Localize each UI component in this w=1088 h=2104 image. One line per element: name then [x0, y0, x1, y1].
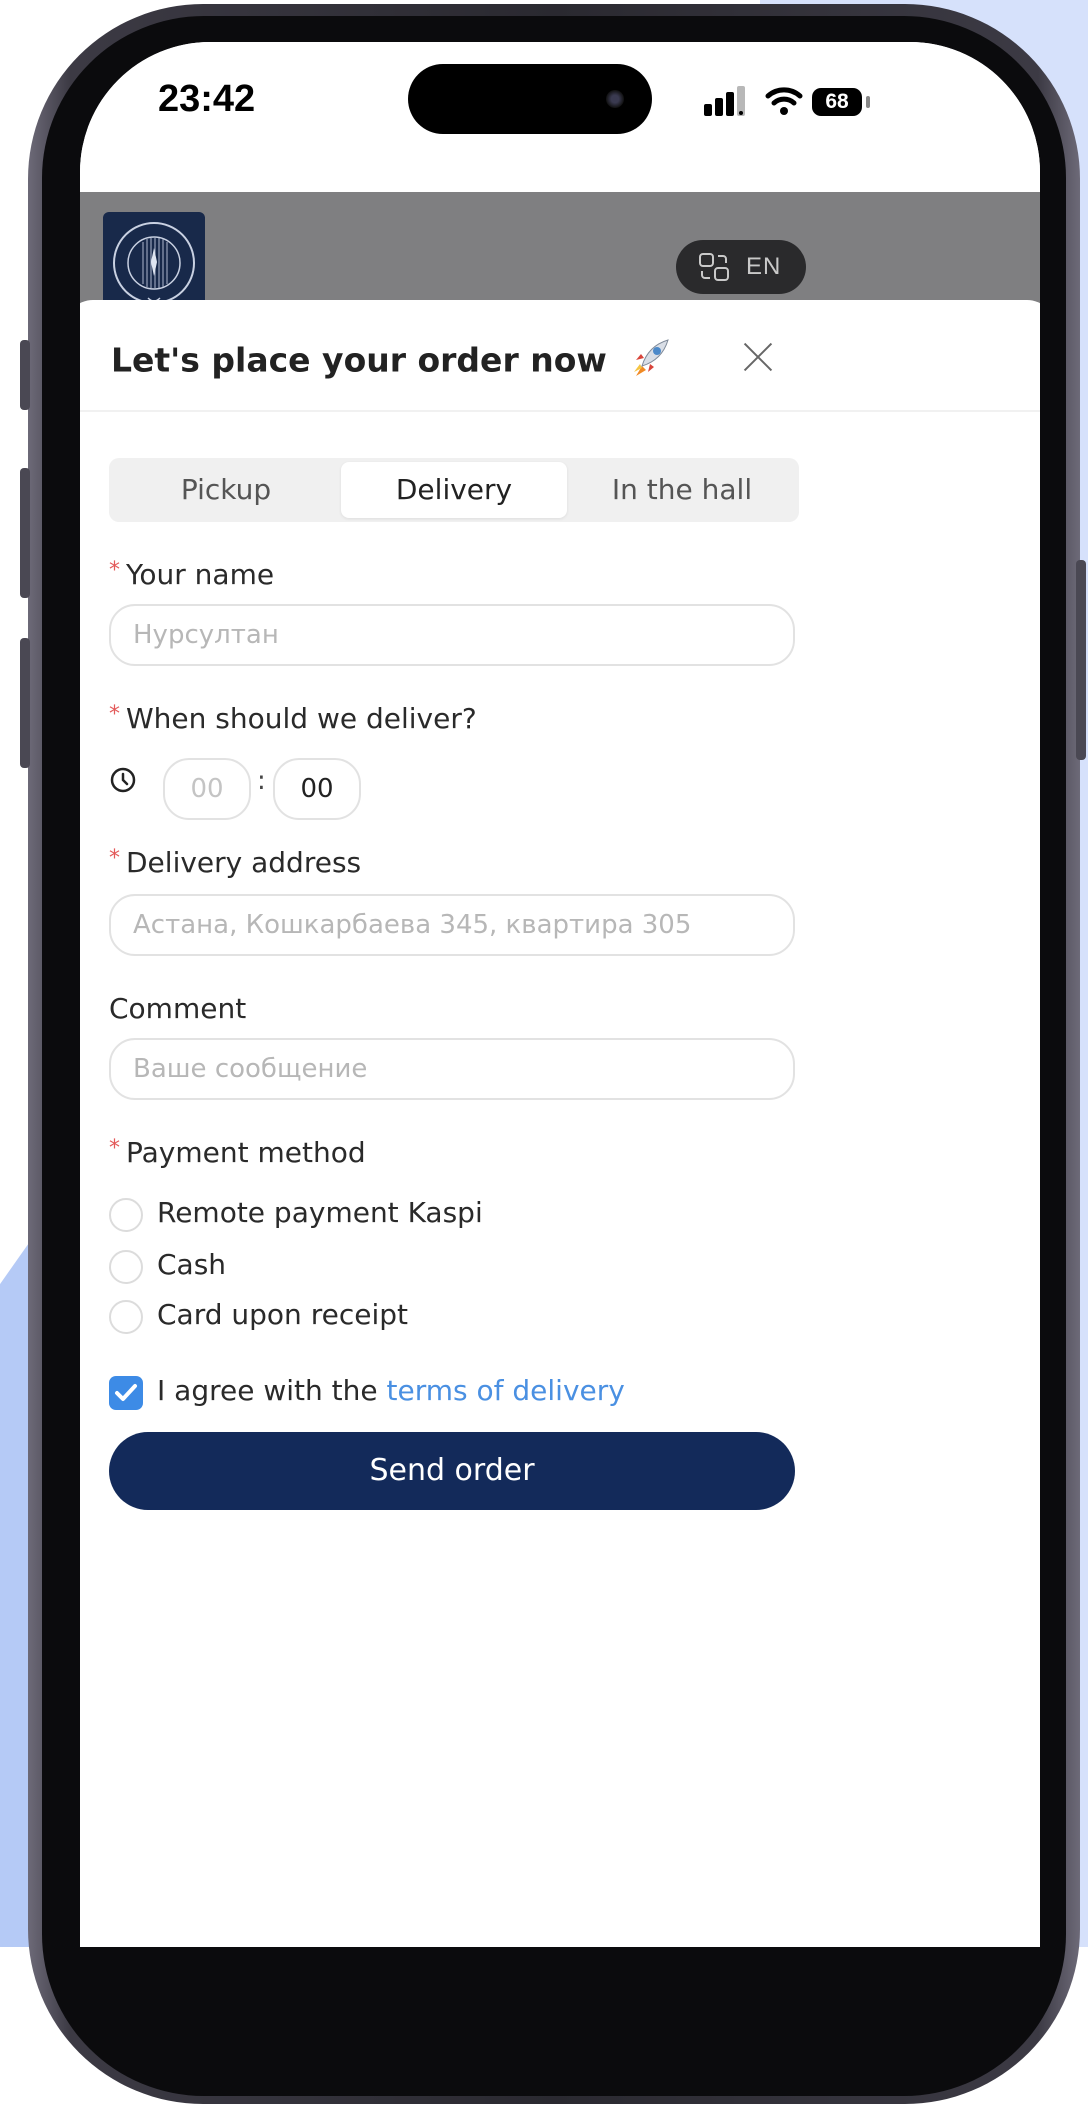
- language-label: EN: [746, 253, 782, 280]
- radio-button[interactable]: [109, 1198, 143, 1232]
- send-order-button[interactable]: Send order: [109, 1432, 795, 1510]
- battery-tip: [866, 96, 870, 108]
- language-switch-button[interactable]: EN: [676, 240, 806, 294]
- agree-text: I agree with the terms of delivery: [157, 1374, 625, 1407]
- required-marker: *: [109, 846, 120, 871]
- delivery-time-label: * When should we deliver?: [109, 702, 477, 735]
- radio-button[interactable]: [109, 1250, 143, 1284]
- comment-label: Comment: [109, 992, 247, 1025]
- payment-option-label: Card upon receipt: [157, 1298, 408, 1331]
- address-label: * Delivery address: [109, 846, 362, 879]
- battery-icon: 68: [812, 88, 862, 116]
- cellular-signal-icon: [704, 86, 745, 116]
- comment-input[interactable]: Ваше сообщение: [109, 1038, 795, 1100]
- tab-in-the-hall[interactable]: In the hall: [569, 462, 795, 518]
- dynamic-island: [408, 64, 652, 134]
- tab-pickup[interactable]: Pickup: [113, 462, 339, 518]
- phone-action-button: [20, 340, 30, 410]
- sheet-divider: [80, 410, 1040, 412]
- required-marker: *: [109, 1136, 120, 1161]
- terms-of-delivery-link[interactable]: terms of delivery: [387, 1374, 625, 1407]
- status-bar: 23:42 68: [80, 42, 1040, 192]
- wifi-icon: [765, 87, 803, 115]
- payment-method-label: * Payment method: [109, 1136, 366, 1169]
- tab-delivery[interactable]: Delivery: [341, 462, 567, 518]
- status-time: 23:42: [158, 78, 256, 120]
- restaurant-logo[interactable]: [103, 212, 205, 314]
- radio-button[interactable]: [109, 1300, 143, 1334]
- name-label: * Your name: [109, 558, 275, 591]
- sheet-title-text: Let's place your order now: [111, 340, 607, 380]
- address-input[interactable]: Астана, Кошкарбаева 345, квартира 305: [109, 894, 795, 956]
- payment-option-label: Cash: [157, 1248, 227, 1281]
- logo-emblem-icon: [113, 222, 195, 304]
- required-marker: *: [109, 702, 120, 727]
- hours-input[interactable]: 00: [163, 758, 251, 820]
- payment-option-label: Remote payment Kaspi: [157, 1196, 483, 1229]
- order-type-tabs: Pickup Delivery In the hall: [109, 458, 799, 522]
- checkmark-icon: [115, 1384, 137, 1401]
- phone-screen: 23:42 68 EN Let's place your order now P…: [80, 42, 1040, 1947]
- minutes-input[interactable]: 00: [273, 758, 361, 820]
- phone-power-button: [1076, 560, 1086, 760]
- required-marker: *: [109, 558, 120, 583]
- rocket-icon: [628, 336, 672, 388]
- translate-icon: [699, 253, 729, 281]
- time-separator: :: [257, 766, 266, 796]
- front-camera-icon: [606, 90, 624, 108]
- sheet-title: Let's place your order now: [111, 336, 672, 388]
- close-icon[interactable]: [741, 340, 775, 374]
- phone-volume-down-button: [20, 638, 30, 768]
- name-input[interactable]: Нурсултан: [109, 604, 795, 666]
- order-sheet: Let's place your order now Pickup Delive…: [80, 300, 1040, 1947]
- clock-icon: [110, 767, 136, 793]
- phone-volume-up-button: [20, 468, 30, 598]
- agree-checkbox[interactable]: [109, 1376, 143, 1410]
